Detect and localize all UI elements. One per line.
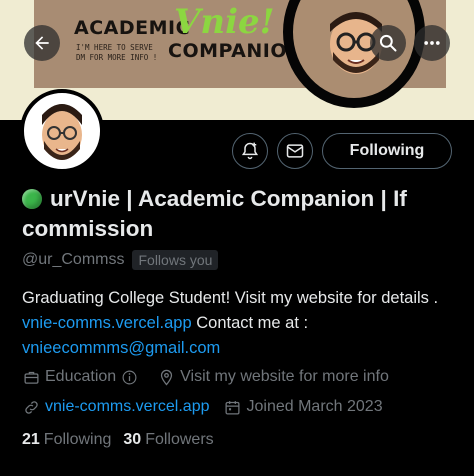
green-circle-icon: [22, 189, 42, 209]
following-button[interactable]: Following: [322, 133, 452, 169]
banner-title-academic: ACADEMIC: [74, 17, 191, 39]
website-link[interactable]: vnie-comms.vercel.app: [45, 398, 210, 416]
avatar-memoji-icon: [42, 104, 82, 160]
briefcase-icon: [22, 368, 40, 386]
location-item: Visit my website for more info: [157, 368, 389, 386]
joined-date: Joined March 2023: [246, 398, 383, 415]
message-button[interactable]: [277, 133, 313, 169]
calendar-icon: [224, 398, 242, 416]
profile-meta-row-2: vnie-comms.vercel.app Joined March 2023: [22, 398, 397, 416]
location-label: Visit my website for more info: [180, 368, 389, 385]
banner-avatar-illustration: [283, 0, 425, 108]
more-icon: [424, 41, 440, 45]
display-name: urVnie | Academic Companion | If commiss…: [22, 186, 407, 241]
search-button[interactable]: [370, 25, 406, 61]
avatar[interactable]: [20, 89, 104, 173]
bio-email-link[interactable]: vnieecommms@gmail.com: [22, 339, 220, 357]
back-button[interactable]: [24, 25, 60, 61]
bio-website-link[interactable]: vnie-comms.vercel.app: [22, 314, 192, 332]
follows-you-badge: Follows you: [132, 250, 219, 270]
website-item[interactable]: vnie-comms.vercel.app: [22, 398, 210, 416]
category-item[interactable]: Education: [22, 368, 143, 386]
more-button[interactable]: [414, 25, 450, 61]
back-arrow-icon: [35, 36, 49, 50]
profile-meta-row: Education Visit my website for more info: [22, 368, 403, 386]
username: @ur_Commss: [22, 251, 125, 268]
notifications-button[interactable]: [232, 133, 268, 169]
followers-count-link[interactable]: 30 Followers: [123, 431, 213, 449]
search-icon: [379, 34, 397, 52]
category-label: Education: [45, 368, 117, 385]
mail-icon: [286, 144, 304, 158]
banner-tagline: I'M HERE TO SERVE DM FOR MORE INFO !: [76, 43, 158, 62]
location-pin-icon: [157, 368, 175, 386]
info-icon[interactable]: [120, 368, 138, 386]
bio: Graduating College Student! Visit my web…: [22, 289, 439, 357]
follow-stats: 21 Following 30 Followers: [22, 431, 226, 449]
bell-plus-icon: [241, 142, 259, 160]
handle-row: @ur_Commss Follows you: [22, 250, 219, 270]
link-icon: [22, 398, 40, 416]
following-count-link[interactable]: 21 Following: [22, 431, 111, 449]
joined-item: Joined March 2023: [224, 398, 383, 416]
banner-script-name: Vnie!: [174, 2, 275, 42]
